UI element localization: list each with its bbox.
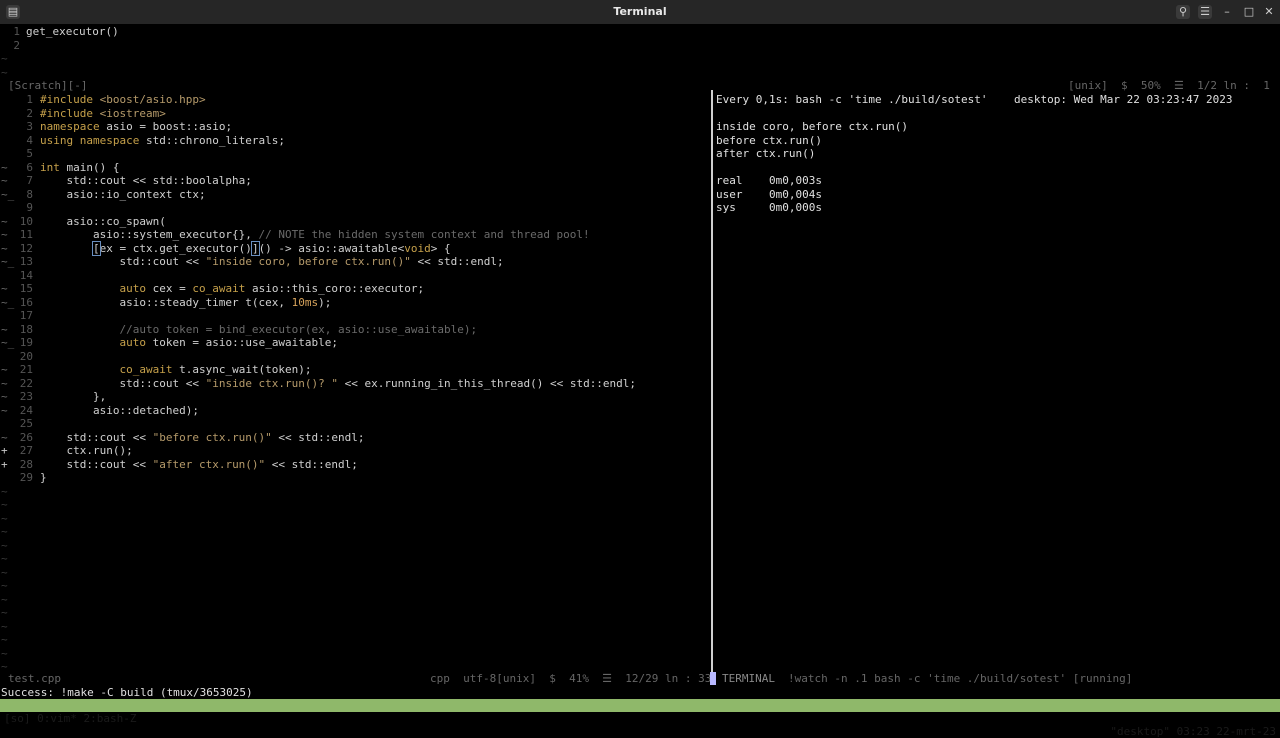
code-line[interactable]: #include <boost/asio.hpp> xyxy=(40,93,206,106)
watch-header-left: Every 0,1s: bash -c 'time ./build/sotest… xyxy=(716,93,988,106)
code-line[interactable]: auto token = asio::use_awaitable; xyxy=(40,336,338,349)
line-number: 29 xyxy=(19,471,33,484)
code-line[interactable]: std::cout << "after ctx.run()" << std::e… xyxy=(40,458,357,471)
code-line[interactable]: ctx.run(); xyxy=(40,444,132,457)
code-line[interactable]: std::cout << "inside ctx.run()? " << ex.… xyxy=(40,377,636,390)
code-line[interactable]: //auto token = bind_executor(ex, asio::u… xyxy=(40,323,477,336)
code-line[interactable]: std::cout << "inside coro, before ctx.ru… xyxy=(40,255,503,268)
code-line[interactable]: co_await t.async_wait(token); xyxy=(40,363,311,376)
code-line[interactable]: }, xyxy=(40,390,106,403)
watch-output-line: after ctx.run() xyxy=(716,147,816,160)
terminal-mode-label: TERMINAL xyxy=(722,672,775,685)
line-number: 25 xyxy=(19,417,33,430)
line-number: 8 xyxy=(26,187,33,201)
code-line[interactable]: asio::system_executor{}, // NOTE the hid… xyxy=(40,228,590,241)
line-number: 11 xyxy=(19,228,33,241)
line-number: 27 xyxy=(19,444,33,457)
hamburger-menu-icon[interactable]: ☰ xyxy=(1198,5,1212,19)
scratch-line-number: 1 xyxy=(13,25,20,38)
line-number: 12 xyxy=(19,241,33,255)
command-message: Success: !make -C build (tmux/3653025) xyxy=(1,686,253,699)
watch-output-line: before ctx.run() xyxy=(716,133,822,147)
terminal-cursor xyxy=(710,672,716,685)
watch-header-right: desktop: Wed Mar 22 03:23:47 2023 xyxy=(1014,93,1233,106)
watch-output-line: inside coro, before ctx.run() xyxy=(716,120,909,133)
search-icon[interactable]: ⚲ xyxy=(1176,5,1190,19)
line-number: 4 xyxy=(26,133,33,147)
terminal-area[interactable]: 1 get_executor() 2 ~ ~ [Scratch][-] [unix] … xyxy=(0,24,1280,720)
line-number: 22 xyxy=(19,376,33,390)
empty-line-marker: ~ xyxy=(1,646,8,660)
minimize-icon[interactable]: – xyxy=(1220,5,1234,19)
line-number: 15 xyxy=(19,282,33,295)
watch-output-line: user 0m0,004s xyxy=(716,187,822,201)
line-number: 28 xyxy=(19,457,33,471)
code-line[interactable]: } xyxy=(40,471,47,484)
line-number: 13 xyxy=(19,255,33,268)
empty-line-marker: ~ xyxy=(1,633,8,646)
code-line[interactable]: asio::steady_timer t(cex, 10ms); xyxy=(40,296,331,309)
code-line[interactable]: auto cex = co_await asio::this_coro::exe… xyxy=(40,282,424,295)
watch-output-line: sys 0m0,000s xyxy=(716,201,822,214)
watch-output-line: real 0m0,003s xyxy=(716,174,822,187)
editor-status-file: test.cpp xyxy=(8,672,61,685)
empty-line-marker: ~ xyxy=(1,592,8,606)
line-number: 17 xyxy=(19,309,33,322)
line-number: 10 xyxy=(19,214,33,228)
code-line[interactable]: std::cout << "before ctx.run()" << std::… xyxy=(40,431,364,444)
line-number: 5 xyxy=(26,147,33,160)
empty-line-marker: ~ xyxy=(1,484,8,498)
line-number: 6 xyxy=(26,160,33,174)
code-line[interactable]: using namespace std::chrono_literals; xyxy=(40,134,285,147)
line-number: 20 xyxy=(19,349,33,363)
empty-line-marker: ~ xyxy=(1,65,8,79)
scratch-line[interactable]: get_executor() xyxy=(26,25,119,38)
code-line[interactable]: namespace asio = boost::asio; xyxy=(40,120,232,133)
line-number: 26 xyxy=(19,430,33,444)
line-number: 7 xyxy=(26,174,33,187)
tmux-status-bar: [so] 0:vim* 2:bash-Z "desktop" 03:23 22-… xyxy=(0,699,1280,738)
empty-line-marker: ~ xyxy=(1,579,8,592)
line-number: 21 xyxy=(19,363,33,376)
empty-line-marker: ~ xyxy=(1,52,8,65)
line-number: 24 xyxy=(19,403,33,417)
window-titlebar: ▤ Terminal ⚲ ☰ – □ ✕ xyxy=(0,0,1280,25)
line-number: 16 xyxy=(19,295,33,309)
line-number: 23 xyxy=(19,390,33,403)
code-line[interactable]: [ex = ctx.get_executor()]() -> asio::awa… xyxy=(40,240,451,256)
code-line[interactable]: std::cout << std::boolalpha; xyxy=(40,174,251,187)
line-number: 2 xyxy=(26,106,33,120)
empty-line-marker: ~ xyxy=(1,619,8,633)
window-title: Terminal xyxy=(613,5,667,18)
close-icon[interactable]: ✕ xyxy=(1262,5,1276,19)
tmux-windows[interactable]: [so] 0:vim* 2:bash-Z xyxy=(4,712,136,725)
line-number: 14 xyxy=(19,268,33,282)
tmux-host-time: "desktop" 03:23 22-mrt-23 xyxy=(1110,725,1276,738)
empty-line-marker: ~ xyxy=(1,565,8,579)
scratch-status-right: [unix] $ 50% ☰ 1/2 ln : 1 xyxy=(1068,79,1270,92)
code-line[interactable]: int main() { xyxy=(40,161,119,174)
empty-line-marker: ~ xyxy=(1,525,8,538)
line-number: 19 xyxy=(19,336,33,349)
scratch-status-left: [Scratch][-] xyxy=(8,79,88,92)
code-line[interactable]: asio::detached); xyxy=(40,404,199,417)
scratch-line-number: 2 xyxy=(13,38,20,52)
empty-line-marker: ~ xyxy=(1,660,8,673)
code-line[interactable]: #include <iostream> xyxy=(40,107,166,120)
line-number: 18 xyxy=(19,322,33,336)
line-number: 1 xyxy=(26,93,33,106)
code-line[interactable]: asio::io_context ctx; xyxy=(40,188,205,201)
empty-line-marker: ~ xyxy=(1,606,8,619)
code-line[interactable]: asio::co_spawn( xyxy=(40,215,165,228)
empty-line-marker: ~ xyxy=(1,552,8,565)
empty-line-marker: ~ xyxy=(1,511,8,525)
editor-status-right: cpp utf-8[unix] $ 41% ☰ 12/29 ln : 33 xyxy=(430,672,712,685)
line-number: 9 xyxy=(26,201,33,214)
empty-line-marker: ~ xyxy=(1,498,8,511)
line-number: 3 xyxy=(26,120,33,133)
pane-divider[interactable] xyxy=(711,90,713,683)
empty-line-marker: ~ xyxy=(1,538,8,552)
maximize-icon[interactable]: □ xyxy=(1242,5,1256,19)
terminal-status-command: !watch -n .1 bash -c 'time ./build/sotes… xyxy=(788,672,1133,685)
